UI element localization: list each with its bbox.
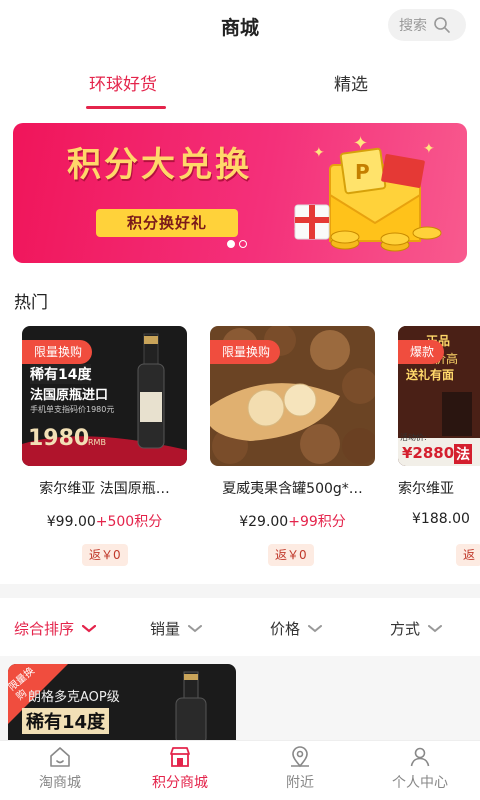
section-divider bbox=[0, 584, 480, 598]
user-icon bbox=[410, 747, 430, 767]
rebate-badge: 返￥0 bbox=[82, 544, 128, 566]
image-caption: 稀有14度 bbox=[22, 708, 110, 734]
sort-price[interactable]: 价格 bbox=[270, 618, 323, 639]
product-image: 限量换购 bbox=[210, 326, 375, 466]
image-price: 1980 bbox=[28, 426, 90, 451]
points-mall-page: 商城 搜索 环球好货 精选 积分大兑换 积分换好礼 ✦ ✦ ✦ ✦ P bbox=[0, 0, 480, 800]
product-card[interactable]: 正品 价高 送礼有面 活动价: ¥2880 法 爆款 索尔维亚 ¥188.00 … bbox=[398, 326, 480, 566]
banner-pagination bbox=[227, 240, 247, 248]
banner-cta-button[interactable]: 积分换好礼 bbox=[96, 209, 238, 237]
product-name: 索尔维亚 bbox=[398, 481, 454, 497]
search-box[interactable]: 搜索 bbox=[388, 9, 466, 41]
image-caption: 法国原瓶进口 bbox=[30, 388, 109, 403]
nav-label: 积分商城 bbox=[152, 775, 208, 791]
product-name: 夏威夷果含罐500g*… bbox=[222, 481, 363, 497]
pagination-dot[interactable] bbox=[239, 240, 247, 248]
banner-headline: 积分大兑换 bbox=[67, 145, 252, 185]
active-tab-indicator bbox=[86, 106, 166, 109]
product-card[interactable]: 限量换购 朗格多克AOP级 稀有14度 bbox=[8, 664, 236, 744]
sort-method[interactable]: 方式 bbox=[390, 618, 443, 639]
product-name: 索尔维亚 法国原瓶… bbox=[39, 481, 170, 497]
top-bar: 商城 搜索 bbox=[0, 0, 480, 52]
points-price: +500积分 bbox=[95, 514, 163, 530]
chevron-down-icon bbox=[82, 624, 97, 632]
store-icon bbox=[170, 747, 190, 767]
cash-price: ¥29.00 bbox=[239, 514, 289, 530]
product-card[interactable]: 稀有14度 法国原瓶进口 手机单支指码价1980元 1980 RMB 限量换购 … bbox=[22, 326, 187, 566]
chevron-down-icon bbox=[308, 624, 323, 632]
nav-label: 个人中心 bbox=[392, 775, 448, 791]
svg-text:P: P bbox=[355, 160, 370, 184]
location-icon bbox=[291, 746, 309, 768]
promo-banner[interactable]: 积分大兑换 积分换好礼 ✦ ✦ ✦ ✦ P bbox=[13, 123, 467, 263]
hot-deal-tag: 爆款 bbox=[398, 340, 445, 364]
nav-taobao-mall[interactable]: 淘商城 bbox=[0, 741, 120, 800]
image-caption: 稀有14度 bbox=[30, 364, 92, 384]
product-price: ¥188.00 bbox=[412, 511, 480, 527]
hot-products-carousel[interactable]: 稀有14度 法国原瓶进口 手机单支指码价1980元 1980 RMB 限量换购 … bbox=[0, 326, 480, 576]
image-caption: 法 bbox=[454, 444, 472, 464]
tab-featured[interactable]: 精选 bbox=[334, 70, 368, 95]
bottom-navigation: 淘商城 积分商城 附近 个人中心 bbox=[0, 740, 480, 800]
rebate-badge: 返 bbox=[456, 544, 480, 566]
limited-exchange-tag: 限量换购 bbox=[22, 340, 93, 364]
nav-label: 附近 bbox=[286, 775, 314, 791]
product-price: ¥29.00+99积分 bbox=[210, 511, 375, 531]
sort-label: 销量 bbox=[150, 620, 181, 638]
points-price: +99积分 bbox=[288, 514, 346, 530]
sort-label: 价格 bbox=[270, 620, 301, 638]
gift-envelope-illustration: P bbox=[294, 147, 442, 252]
nav-label: 淘商城 bbox=[39, 775, 81, 791]
product-image: 正品 价高 送礼有面 活动价: ¥2880 法 爆款 bbox=[398, 326, 480, 466]
rebate-badge: 返￥0 bbox=[268, 544, 314, 566]
product-list: 限量换购 朗格多克AOP级 稀有14度 bbox=[0, 656, 480, 744]
pagination-dot-active[interactable] bbox=[227, 240, 235, 248]
cash-price: ¥99.00 bbox=[46, 514, 96, 530]
cash-price: ¥188.00 bbox=[412, 511, 470, 527]
product-price: ¥99.00+500积分 bbox=[22, 511, 187, 531]
sort-label: 综合排序 bbox=[14, 620, 75, 638]
search-placeholder: 搜索 bbox=[399, 18, 427, 34]
sort-sales[interactable]: 销量 bbox=[150, 618, 203, 639]
image-price: ¥2880 bbox=[402, 444, 455, 462]
limited-exchange-tag: 限量换购 bbox=[210, 340, 281, 364]
home-icon bbox=[50, 747, 70, 767]
hot-section-title: 热门 bbox=[14, 293, 48, 313]
nav-points-mall[interactable]: 积分商城 bbox=[120, 741, 240, 800]
image-caption: 手机单支指码价1980元 bbox=[30, 405, 115, 414]
image-caption: 送礼有面 bbox=[406, 368, 455, 382]
tab-bar: 环球好货 精选 bbox=[0, 62, 480, 110]
sort-bar: 综合排序 销量 价格 方式 bbox=[0, 598, 480, 656]
chevron-down-icon bbox=[188, 624, 203, 632]
image-caption: 朗格多克AOP级 bbox=[28, 690, 120, 705]
image-currency: RMB bbox=[88, 438, 106, 447]
nav-nearby[interactable]: 附近 bbox=[240, 741, 360, 800]
product-image: 稀有14度 法国原瓶进口 手机单支指码价1980元 1980 RMB 限量换购 bbox=[22, 326, 187, 466]
image-caption: 活动价: bbox=[400, 433, 427, 442]
chevron-down-icon bbox=[428, 624, 443, 632]
nav-profile[interactable]: 个人中心 bbox=[360, 741, 480, 800]
search-icon bbox=[434, 17, 450, 33]
tab-global-goods[interactable]: 环球好货 bbox=[89, 70, 157, 95]
sort-comprehensive[interactable]: 综合排序 bbox=[14, 618, 97, 639]
sort-label: 方式 bbox=[390, 620, 421, 638]
product-card[interactable]: 限量换购 夏威夷果含罐500g*… ¥29.00+99积分 返￥0 bbox=[210, 326, 375, 566]
